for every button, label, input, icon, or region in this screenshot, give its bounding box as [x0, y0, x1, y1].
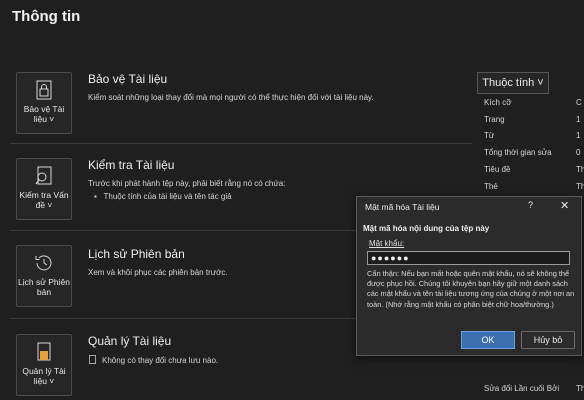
version-history-section: Lịch sử Phiên bản Xem và khôi phục các p… — [88, 247, 228, 277]
inspect-document-desc: Trước khi phát hành tệp này, phải biết r… — [88, 179, 286, 188]
property-label: Từ — [484, 131, 495, 140]
last-modified-label: Sửa đổi Lần cuối Bởi — [484, 384, 560, 393]
inspect-bullet-text: Thuộc tính của tài liệu và tên tác giả — [103, 192, 232, 201]
protect-document-label: Bảo vệ Tài liệu ˅ — [23, 104, 65, 124]
lock-document-icon — [36, 80, 52, 100]
ok-button[interactable]: OK — [461, 331, 515, 349]
close-icon[interactable]: ✕ — [560, 199, 569, 212]
protect-document-heading: Bảo vệ Tài liệu — [88, 72, 168, 86]
manage-document-button[interactable]: Quản lý Tài liệu ˅ — [16, 334, 72, 396]
property-label: Trang — [484, 115, 505, 124]
property-value: Th — [576, 165, 584, 174]
manage-document-desc-text: Không có thay đổi chưa lưu nào. — [102, 356, 219, 365]
protect-document-desc: Kiểm soát những loại thay đổi mà mọi ngư… — [88, 93, 374, 102]
inspect-document-section: Kiểm tra Tài liệu Trước khi phát hành tệ… — [88, 158, 285, 201]
property-label: Tổng thời gian sửa — [484, 148, 552, 157]
manage-document-icon — [37, 342, 51, 361]
protect-document-section: Bảo vệ Tài liệu Kiểm soát những loại tha… — [88, 72, 374, 102]
property-value: Th — [576, 182, 584, 191]
property-value: 1 — [576, 115, 581, 124]
manage-document-desc: Không có thay đổi chưa lưu nào. — [88, 355, 218, 365]
version-history-heading: Lịch sử Phiên bản — [88, 247, 185, 261]
version-history-desc: Xem và khôi phục các phiên bản trước. — [88, 268, 228, 277]
version-history-label: Lịch sử Phiên bản — [18, 277, 70, 297]
version-history-button[interactable]: Lịch sử Phiên bản — [16, 245, 72, 307]
properties-button[interactable]: Thuộc tính ˅ — [477, 72, 549, 94]
protect-document-button[interactable]: Bảo vệ Tài liệu ˅ — [16, 72, 72, 134]
last-modified-value: Th — [576, 384, 584, 393]
check-for-issues-label: Kiểm tra Vấn đề ˅ — [19, 190, 69, 210]
property-label: Tiêu đề — [484, 165, 511, 174]
inspect-document-heading: Kiểm tra Tài liệu — [88, 158, 175, 172]
page-title: Thông tin — [12, 8, 81, 25]
cancel-button[interactable]: Hủy bỏ — [521, 331, 575, 349]
document-icon — [88, 355, 97, 364]
manage-document-heading: Quản lý Tài liệu — [88, 334, 172, 348]
property-label: Thẻ — [484, 182, 498, 191]
property-value: 0 — [576, 148, 581, 157]
password-label: Mật khẩu: — [369, 239, 405, 248]
property-value: 1 — [576, 131, 581, 140]
encrypt-document-dialog: Mật mã hóa Tài liệu ? ✕ Mật mã hóa nội d… — [356, 196, 582, 356]
check-for-issues-button[interactable]: Kiểm tra Vấn đề ˅ — [16, 158, 72, 220]
help-icon[interactable]: ? — [528, 200, 533, 210]
inspect-document-bullet: ▪ Thuộc tính của tài liệu và tên tác giả — [94, 192, 232, 201]
inspect-document-icon — [35, 166, 52, 185]
dialog-title: Mật mã hóa Tài liệu — [365, 202, 440, 212]
history-clock-icon — [35, 255, 52, 271]
manage-document-label: Quản lý Tài liệu ˅ — [22, 366, 66, 386]
property-label: Kích cỡ — [484, 98, 512, 107]
dialog-heading: Mật mã hóa nội dung của tệp này — [363, 224, 490, 233]
manage-document-section: Quản lý Tài liệu Không có thay đổi chưa … — [88, 334, 218, 365]
property-value: C — [576, 98, 582, 107]
divider — [10, 143, 472, 144]
password-field[interactable]: ●●●●●● — [367, 251, 570, 265]
password-warning: Cẩn thận: Nếu bạn mất hoặc quên mật khẩu… — [367, 269, 575, 309]
